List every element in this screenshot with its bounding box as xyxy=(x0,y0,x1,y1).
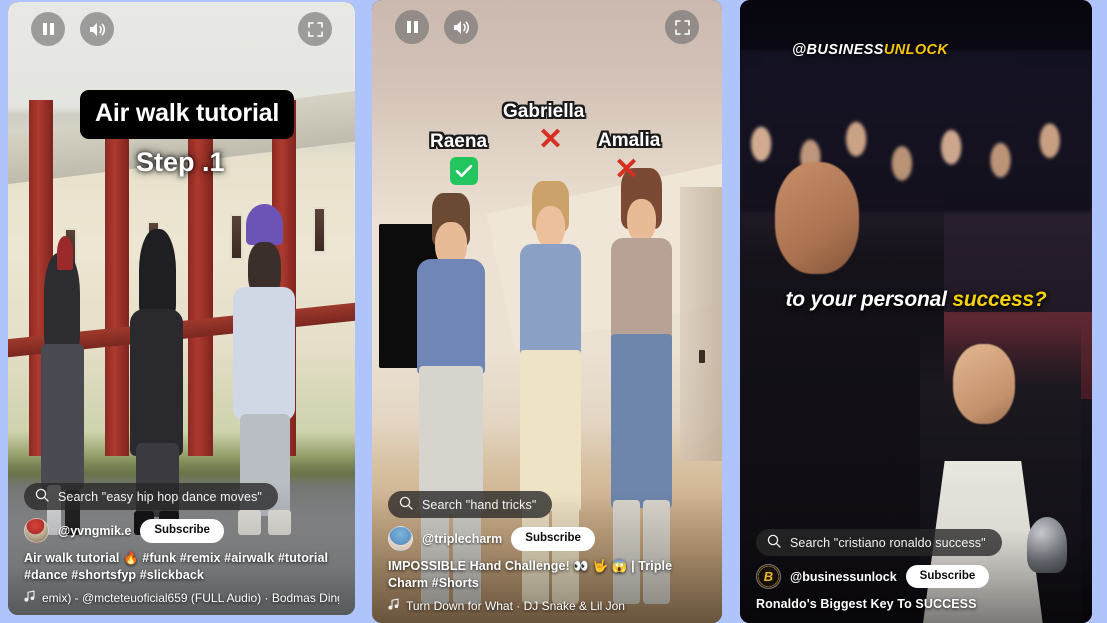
video-title-2: IMPOSSIBLE Hand Challenge! 👀 🤟 😱 | Tripl… xyxy=(388,559,673,591)
music-attribution-2[interactable]: Turn Down for What · DJ Snake & Lil Jon xyxy=(388,598,706,613)
search-suggestion-pill-2[interactable]: Search "hand tricks" xyxy=(388,491,553,519)
shorts-player-2[interactable]: Gabriella ✕ Raena Amalia ✕ Search "hand … xyxy=(372,0,722,623)
video-title-3: Ronaldo's Biggest Key To SUCCESS xyxy=(756,597,977,612)
name-tag-raena: Raena xyxy=(430,131,488,152)
avatar[interactable] xyxy=(24,518,49,544)
brand-watermark-yellow: UNLOCK xyxy=(883,42,949,58)
subtitle-white: to your personal xyxy=(785,288,953,311)
brand-watermark-white: @BUSINESS xyxy=(792,42,884,58)
cross-mark-icon: ✕ xyxy=(614,153,640,186)
fullscreen-button[interactable] xyxy=(665,10,699,44)
subtitle-yellow: success? xyxy=(952,288,1047,311)
pause-icon xyxy=(42,22,55,36)
subscribe-button[interactable]: Subscribe xyxy=(140,519,224,543)
music-title-1: emix) - @mcteteuoficial659 (FULL Audio) … xyxy=(42,590,339,605)
volume-icon xyxy=(89,22,106,37)
avatar-logo-b: B xyxy=(763,569,774,585)
shorts-grid: Air walk tutorial Step .1 Search "easy h… xyxy=(0,0,1107,623)
search-icon xyxy=(767,534,781,551)
shorts-player-1[interactable]: Air walk tutorial Step .1 Search "easy h… xyxy=(8,2,355,615)
search-suggestion-label-2: Search "hand tricks" xyxy=(422,497,537,512)
burned-in-subtitle: to your personal success? xyxy=(740,288,1092,312)
shorts-player-3[interactable]: @BUSINESSUNLOCK to your personal success… xyxy=(740,0,1092,623)
player-meta-3: Search "cristiano ronaldo success" B @bu… xyxy=(740,529,1092,623)
name-tag-gabriella: Gabriella xyxy=(503,101,585,122)
channel-row-2: @triplecharm Subscribe xyxy=(388,526,706,552)
subscribe-button[interactable]: Subscribe xyxy=(905,564,990,589)
channel-handle-2[interactable]: @triplecharm xyxy=(422,532,502,546)
search-suggestion-pill-1[interactable]: Search "easy hip hop dance moves" xyxy=(24,483,278,511)
search-suggestion-label-3: Search "cristiano ronaldo success" xyxy=(790,535,986,550)
video-title-1: Air walk tutorial 🔥 #funk #remix #airwal… xyxy=(24,551,329,583)
channel-row-3: B @businessunlock Subscribe xyxy=(756,564,1076,590)
volume-icon xyxy=(453,20,470,35)
search-suggestion-pill-3[interactable]: Search "cristiano ronaldo success" xyxy=(756,529,1002,557)
player-controls-1 xyxy=(8,12,355,58)
avatar[interactable]: B xyxy=(756,564,781,590)
pause-button[interactable] xyxy=(31,12,65,46)
pause-icon xyxy=(406,20,419,34)
name-tag-amalia: Amalia xyxy=(598,130,661,151)
man-face xyxy=(775,161,860,274)
music-title-2: Turn Down for What · DJ Snake & Lil Jon xyxy=(406,598,625,613)
search-icon xyxy=(399,496,413,513)
video-surface-3[interactable]: @BUSINESSUNLOCK to your personal success… xyxy=(740,0,1092,623)
video-surface-2[interactable]: Gabriella ✕ Raena Amalia ✕ Search "hand … xyxy=(372,0,722,623)
caption-headline-1: Air walk tutorial xyxy=(80,90,295,139)
cross-mark-icon: ✕ xyxy=(538,123,564,156)
child-face xyxy=(952,343,1015,424)
fullscreen-icon xyxy=(307,21,323,37)
scrollbar-thumb[interactable] xyxy=(699,350,705,363)
brand-watermark: @BUSINESSUNLOCK xyxy=(792,42,948,58)
pause-button[interactable] xyxy=(395,10,429,44)
fullscreen-icon xyxy=(674,19,690,35)
channel-row-1: @yvngmik.e Subscribe xyxy=(24,518,339,544)
subscribe-button[interactable]: Subscribe xyxy=(511,527,595,551)
channel-handle-3[interactable]: @businessunlock xyxy=(790,570,897,584)
caption-step-1: Step .1 xyxy=(136,147,225,177)
channel-handle-1[interactable]: @yvngmik.e xyxy=(58,524,131,538)
player-meta-1: Search "easy hip hop dance moves" @yvngm… xyxy=(8,483,355,615)
search-icon xyxy=(35,488,49,505)
check-mark-icon xyxy=(450,157,478,185)
video-surface-1[interactable]: Air walk tutorial Step .1 Search "easy h… xyxy=(8,2,355,615)
avatar[interactable] xyxy=(388,526,413,552)
music-attribution-1[interactable]: emix) - @mcteteuoficial659 (FULL Audio) … xyxy=(24,590,339,605)
volume-button[interactable] xyxy=(80,12,114,46)
fullscreen-button[interactable] xyxy=(298,12,332,46)
search-suggestion-label-1: Search "easy hip hop dance moves" xyxy=(58,489,262,504)
music-note-icon xyxy=(24,590,35,605)
player-meta-2: Search "hand tricks" @triplecharm Subscr… xyxy=(372,491,722,623)
player-controls-2 xyxy=(372,10,722,56)
music-note-icon xyxy=(388,598,399,613)
volume-button[interactable] xyxy=(444,10,478,44)
